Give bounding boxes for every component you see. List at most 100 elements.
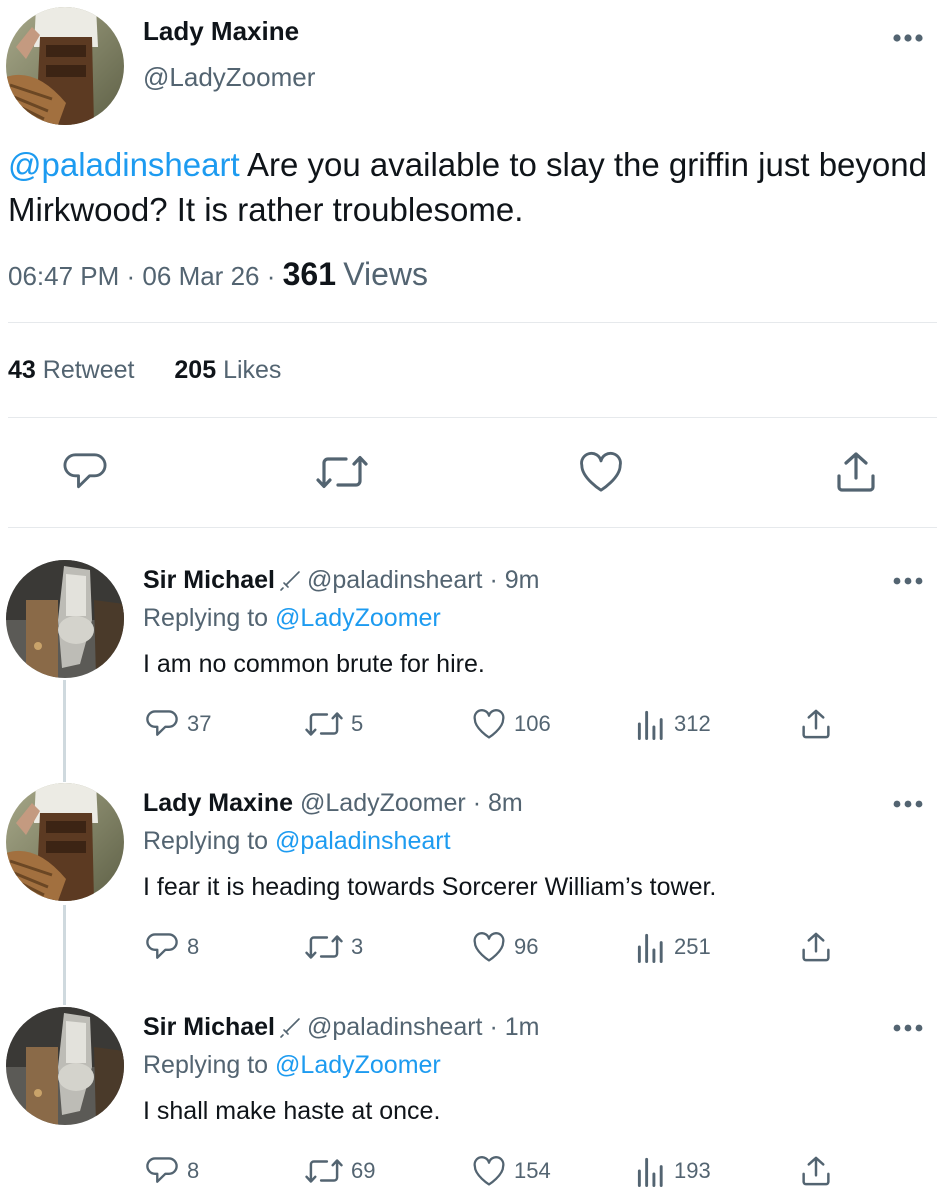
reply-time[interactable]: 8m [488,789,523,817]
reply-tweet[interactable]: Sir Michael @paladinsheart · 9m Replying … [0,560,951,780]
avatar[interactable] [6,7,124,125]
divider [8,322,937,323]
views-action[interactable]: 312 [636,708,711,740]
avatar-knight-image [6,1007,124,1125]
reply-icon [145,931,179,963]
reply-author-name[interactable]: Sir Michael [143,566,275,594]
reply-text: I shall make haste at once. [143,1097,441,1125]
replying-to-link[interactable]: @paladinsheart [275,827,451,855]
tweet-date[interactable]: 06 Mar 26 [142,261,259,291]
reply-action[interactable]: 8 [145,931,199,963]
reply-text: I fear it is heading towards Sorcerer Wi… [143,873,717,901]
reply-author-name[interactable]: Lady Maxine [143,789,293,817]
replying-to: Replying to @LadyZoomer [143,604,441,633]
tweet-meta: 06:47 PM · 06 Mar 26 · 361 Views [8,256,429,292]
reply-tweet[interactable]: Sir Michael @paladinsheart · 1m Replying … [0,1007,951,1200]
reply-count: 8 [187,1158,200,1183]
retweets-stat[interactable]: 43 Retweet [8,356,134,384]
reply-action[interactable]: 8 [145,1155,199,1187]
reply-time[interactable]: 1m [505,1013,540,1041]
reply-icon [145,1155,179,1187]
replying-to-link[interactable]: @LadyZoomer [275,604,441,632]
avatar-lady-maxine-image [6,7,124,125]
retweet-count: 69 [351,1158,376,1183]
retweet-action[interactable]: 69 [305,1155,375,1187]
replying-label: Replying to [143,604,269,632]
retweet-count: 3 [351,934,364,959]
avatar[interactable] [6,783,124,901]
like-icon [472,931,506,963]
view-count: 251 [674,934,711,959]
share-action[interactable] [800,708,832,740]
like-count: 96 [514,934,539,959]
more-icon[interactable] [893,34,923,42]
replying-to-link[interactable]: @LadyZoomer [275,1051,441,1079]
more-icon[interactable] [893,577,923,585]
share-icon [800,931,832,963]
more-icon[interactable] [893,800,923,808]
replying-label: Replying to [143,827,269,855]
views-count: 361 [282,256,337,292]
divider [8,417,937,418]
replying-to: Replying to @LadyZoomer [143,1051,441,1080]
like-icon [472,708,506,740]
retweets-count: 43 [8,356,36,384]
reply-count: 37 [187,711,212,736]
share-icon[interactable] [834,450,878,494]
like-count: 154 [514,1158,551,1183]
like-icon[interactable] [578,450,624,494]
retweet-action[interactable]: 5 [305,708,363,740]
retweet-icon [305,931,343,963]
views-icon [636,708,666,740]
reply-header: Sir Michael @paladinsheart · 9m [143,566,539,599]
like-action[interactable]: 106 [472,708,551,740]
reply-tweet[interactable]: Lady Maxine @LadyZoomer · 8m Replying to… [0,783,951,1003]
reply-text: I am no common brute for hire. [143,650,485,678]
replying-label: Replying to [143,1051,269,1079]
author-handle[interactable]: @LadyZoomer [143,62,315,93]
reply-time[interactable]: 9m [505,566,540,594]
sword-icon [279,570,301,599]
reply-header: Lady Maxine @LadyZoomer · 8m [143,789,523,817]
views-action[interactable]: 251 [636,931,711,963]
mention-link[interactable]: @paladinsheart [8,146,240,183]
avatar[interactable] [6,1007,124,1125]
reply-icon[interactable] [62,450,108,494]
reply-header: Sir Michael @paladinsheart · 1m [143,1013,539,1046]
retweet-icon[interactable] [316,450,368,494]
likes-stat[interactable]: 205 Likes [174,356,281,384]
like-action[interactable]: 96 [472,931,538,963]
views-icon [636,1155,666,1187]
share-icon [800,1155,832,1187]
reply-author-handle[interactable]: @paladinsheart [307,566,483,594]
reply-action[interactable]: 37 [145,708,211,740]
tweet-time[interactable]: 06:47 PM [8,261,119,291]
retweet-icon [305,1155,343,1187]
avatar-knight-image [6,560,124,678]
share-action[interactable] [800,1155,832,1187]
avatar[interactable] [6,560,124,678]
view-count: 193 [674,1158,711,1183]
views-action[interactable]: 193 [636,1155,711,1187]
author-name[interactable]: Lady Maxine [143,16,299,47]
views-icon [636,931,666,963]
likes-label: Likes [223,356,282,384]
reply-author-handle[interactable]: @LadyZoomer [300,789,466,817]
reply-author-handle[interactable]: @paladinsheart [307,1013,483,1041]
view-count: 312 [674,711,711,736]
reply-icon [145,708,179,740]
retweet-action[interactable]: 3 [305,931,363,963]
like-action[interactable]: 154 [472,1155,551,1187]
divider [8,527,937,528]
views-label: Views [343,256,429,292]
sword-icon [279,1017,301,1046]
share-icon [800,708,832,740]
retweet-icon [305,708,343,740]
replying-to: Replying to @paladinsheart [143,827,451,856]
likes-count: 205 [174,356,217,384]
tweet-stats: 43 Retweet 205 Likes [8,356,281,385]
more-icon[interactable] [893,1024,923,1032]
retweet-count: 5 [351,711,364,736]
share-action[interactable] [800,931,832,963]
reply-author-name[interactable]: Sir Michael [143,1013,275,1041]
